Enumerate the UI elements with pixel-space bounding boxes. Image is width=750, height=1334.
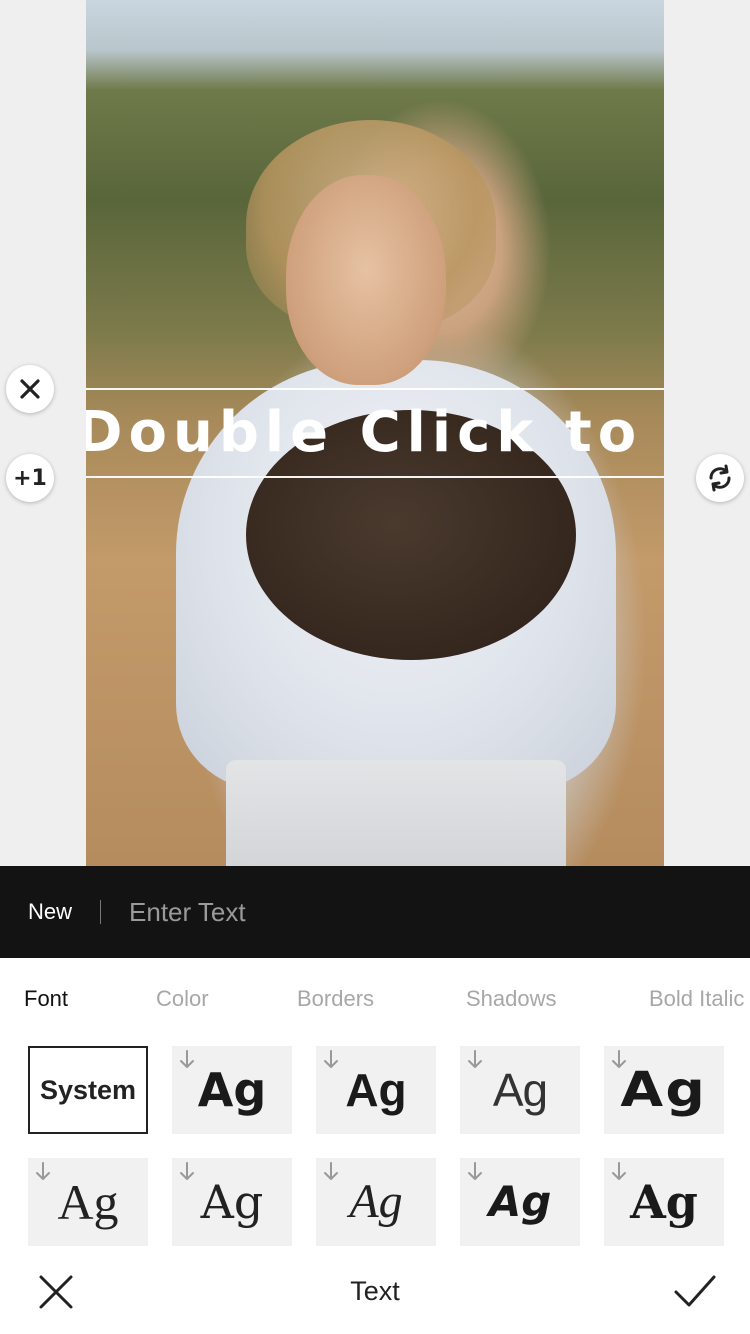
- text-overlay-box[interactable]: Double Click to Edit: [86, 388, 664, 478]
- tab-font[interactable]: Font: [24, 986, 68, 1012]
- panel-title: Text: [350, 1276, 400, 1306]
- tab-shadows[interactable]: Shadows: [466, 986, 557, 1012]
- editor-canvas: Double Click to Edit +1: [0, 0, 750, 866]
- font-option[interactable]: Ag: [172, 1046, 292, 1134]
- duplicate-text-button[interactable]: +1: [6, 454, 54, 502]
- font-option-label: Ag: [620, 1062, 708, 1118]
- close-icon: [20, 379, 40, 399]
- text-input[interactable]: [129, 896, 630, 928]
- font-option[interactable]: Ag: [604, 1046, 724, 1134]
- font-option-label: Ag: [492, 1064, 548, 1116]
- tab-color[interactable]: Color: [156, 986, 209, 1012]
- download-icon: [36, 1162, 50, 1180]
- font-option-system[interactable]: System: [28, 1046, 148, 1134]
- font-option[interactable]: Ag: [460, 1046, 580, 1134]
- download-icon: [468, 1050, 482, 1068]
- font-option[interactable]: Ag: [172, 1158, 292, 1246]
- font-option-label: Ag: [488, 1177, 552, 1226]
- font-option[interactable]: Ag: [604, 1158, 724, 1246]
- font-option-label: Ag: [197, 1063, 267, 1117]
- font-option[interactable]: Ag: [28, 1158, 148, 1246]
- duplicate-label: +1: [13, 465, 47, 491]
- font-option-label: System: [39, 1074, 137, 1105]
- download-icon: [468, 1162, 482, 1180]
- photo-subject-face: [286, 175, 446, 385]
- tab-borders[interactable]: Borders: [297, 986, 374, 1012]
- download-icon: [612, 1162, 626, 1180]
- rotate-text-button[interactable]: [696, 454, 744, 502]
- font-option[interactable]: Ag: [460, 1158, 580, 1246]
- delete-text-button[interactable]: [6, 365, 54, 413]
- text-overlay[interactable]: Double Click to Edit: [86, 400, 664, 465]
- font-option-label: Ag: [630, 1175, 698, 1229]
- input-divider: [100, 900, 102, 924]
- download-icon: [324, 1050, 338, 1068]
- style-tabs: Font Color Borders Shadows Bold Italic: [0, 986, 750, 1020]
- font-option-label: Ag: [345, 1064, 407, 1116]
- rotate-icon: [709, 464, 731, 492]
- text-input-bar: New: [0, 866, 750, 958]
- font-option-label: Ag: [200, 1175, 264, 1229]
- font-option-label: Ag: [57, 1174, 119, 1230]
- download-icon: [180, 1050, 194, 1068]
- new-text-button[interactable]: New: [28, 899, 72, 925]
- font-option-label: Ag: [349, 1175, 403, 1228]
- font-option[interactable]: Ag: [316, 1158, 436, 1246]
- bottom-bar: Text: [0, 1250, 750, 1334]
- checkmark-icon[interactable]: [672, 1270, 718, 1312]
- photo-subject-pants: [226, 760, 566, 866]
- tab-bold-italic[interactable]: Bold Italic: [649, 986, 744, 1012]
- download-icon: [324, 1162, 338, 1180]
- download-icon: [180, 1162, 194, 1180]
- font-option[interactable]: Ag: [316, 1046, 436, 1134]
